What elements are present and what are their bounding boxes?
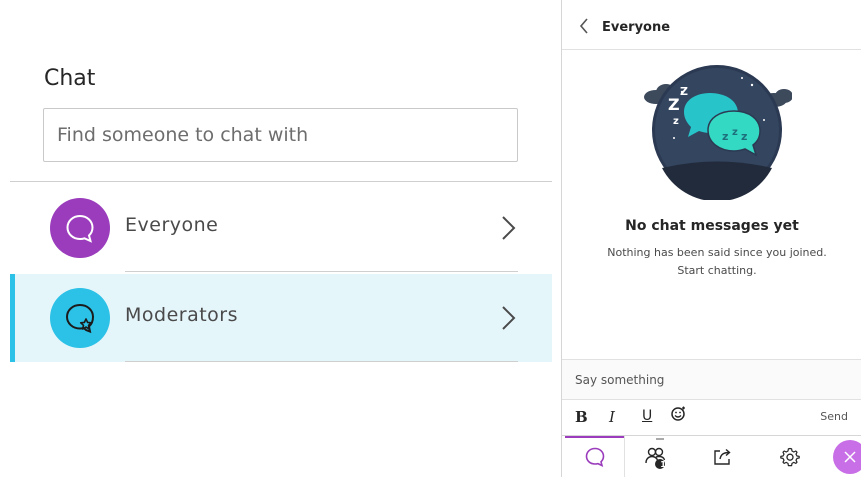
nav-participants-button[interactable]: 1: [626, 436, 686, 477]
divider: [10, 181, 552, 182]
nav-share-button[interactable]: [693, 436, 753, 477]
empty-state-text: Start chatting.: [677, 264, 757, 277]
sleeping-chat-illustration: Z Z z z z z: [644, 65, 792, 200]
svg-text:Z: Z: [680, 85, 688, 98]
conversation-title: Everyone: [602, 20, 671, 35]
conversation-item-everyone[interactable]: Everyone: [10, 184, 552, 272]
nav-settings-button[interactable]: [760, 436, 820, 477]
bold-button[interactable]: B: [575, 408, 588, 426]
share-icon: [714, 448, 731, 465]
close-icon: [833, 440, 861, 474]
chat-bubble-icon: [50, 198, 110, 258]
svg-text:z: z: [732, 127, 738, 138]
empty-state-text: Nothing has been said since you joined.: [607, 246, 827, 259]
svg-text:z: z: [741, 130, 747, 143]
chat-icon: [585, 447, 604, 467]
chevron-right-icon: [502, 216, 516, 240]
italic-button[interactable]: I: [609, 408, 615, 426]
nav-close-button[interactable]: [830, 436, 861, 477]
chat-list-panel: Chat Everyone Moderators: [0, 0, 560, 477]
chat-bubble-star-icon: [50, 288, 110, 348]
message-composer: B I U Send: [562, 359, 861, 435]
conversation-item-moderators[interactable]: Moderators: [10, 274, 552, 362]
participants-count-badge: 1: [660, 460, 666, 469]
formatting-toolbar: B I U Send: [562, 404, 861, 432]
underline-button[interactable]: U: [642, 408, 652, 424]
emoji-icon[interactable]: [670, 406, 686, 422]
svg-text:Z: Z: [668, 95, 680, 114]
divider: [125, 361, 518, 362]
svg-text:z: z: [673, 116, 679, 127]
page-title: Chat: [44, 66, 96, 91]
search-input[interactable]: [44, 109, 517, 161]
search-field[interactable]: [43, 108, 518, 162]
conversation-label: Moderators: [125, 304, 239, 326]
conversation-label: Everyone: [125, 214, 219, 236]
send-button[interactable]: Send: [820, 410, 848, 423]
message-input[interactable]: [562, 360, 861, 400]
settings-icon: [780, 447, 800, 467]
chevron-left-icon[interactable]: [578, 18, 590, 34]
chevron-right-icon: [502, 306, 516, 330]
svg-text:z: z: [722, 130, 728, 143]
bottom-navigation: 1: [562, 435, 861, 477]
empty-state-title: No chat messages yet: [625, 218, 799, 234]
drag-handle: [656, 438, 664, 440]
conversation-panel: Everyone Z Z z z z z No chat messages ye…: [561, 0, 861, 477]
divider: [125, 271, 518, 272]
conversation-header: Everyone: [562, 0, 861, 50]
nav-chat-button[interactable]: [565, 436, 625, 477]
